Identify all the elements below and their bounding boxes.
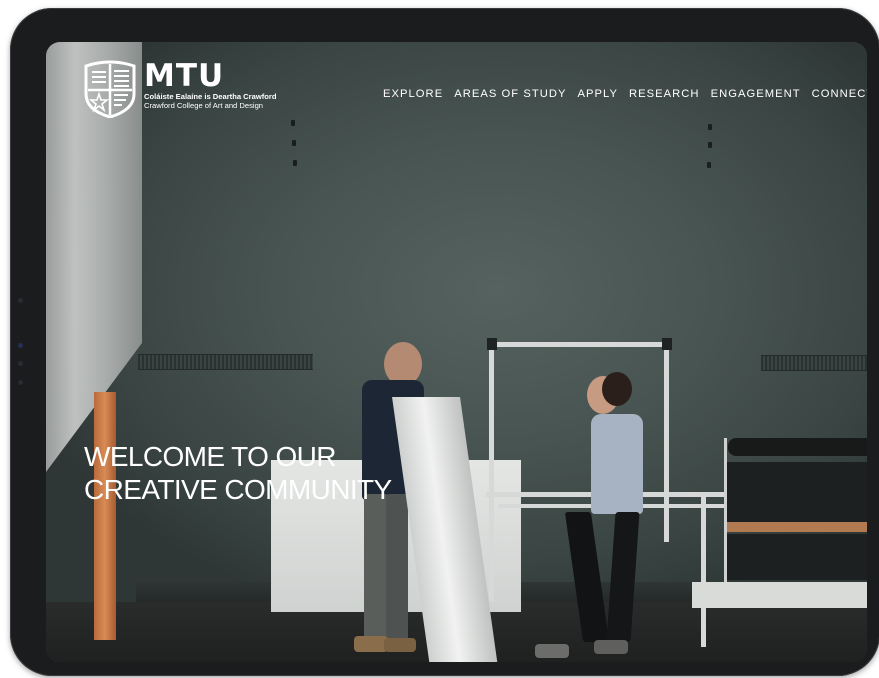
brand-name: MTU	[144, 58, 225, 94]
mtu-crest-icon[interactable]	[84, 60, 136, 119]
tablet-frame: MTU Coláiste Ealaíne is Deartha Crawford…	[10, 8, 879, 676]
camera-sensor	[18, 298, 23, 303]
hero-headline-line-2: CREATIVE COMMUNITY	[84, 474, 392, 505]
hero-headline: WELCOME TO OUR CREATIVE COMMUNITY	[84, 440, 392, 506]
camera-lens	[18, 343, 23, 348]
nav-item-research[interactable]: RESEARCH	[629, 88, 700, 100]
nav-item-explore[interactable]: EXPLORE	[383, 88, 443, 100]
screen: MTU Coláiste Ealaíne is Deartha Crawford…	[46, 42, 867, 662]
brand-subtitle-irish: Coláiste Ealaíne is Deartha Crawford	[144, 92, 277, 101]
main-nav: EXPLORE AREAS OF STUDY APPLY RESEARCH EN…	[383, 88, 867, 100]
camera-sensor	[18, 361, 23, 366]
nav-item-apply[interactable]: APPLY	[578, 88, 619, 100]
camera-sensor	[18, 380, 23, 385]
nav-item-connect[interactable]: CONNECT	[812, 88, 867, 100]
brand-subtitle-english: Crawford College of Art and Design	[144, 101, 264, 110]
hero-headline-line-1: WELCOME TO OUR	[84, 441, 337, 472]
nav-item-engagement[interactable]: ENGAGEMENT	[711, 88, 801, 100]
nav-item-areas-of-study[interactable]: AREAS OF STUDY	[454, 88, 566, 100]
brand-block[interactable]: MTU Coláiste Ealaíne is Deartha Crawford…	[144, 60, 277, 110]
